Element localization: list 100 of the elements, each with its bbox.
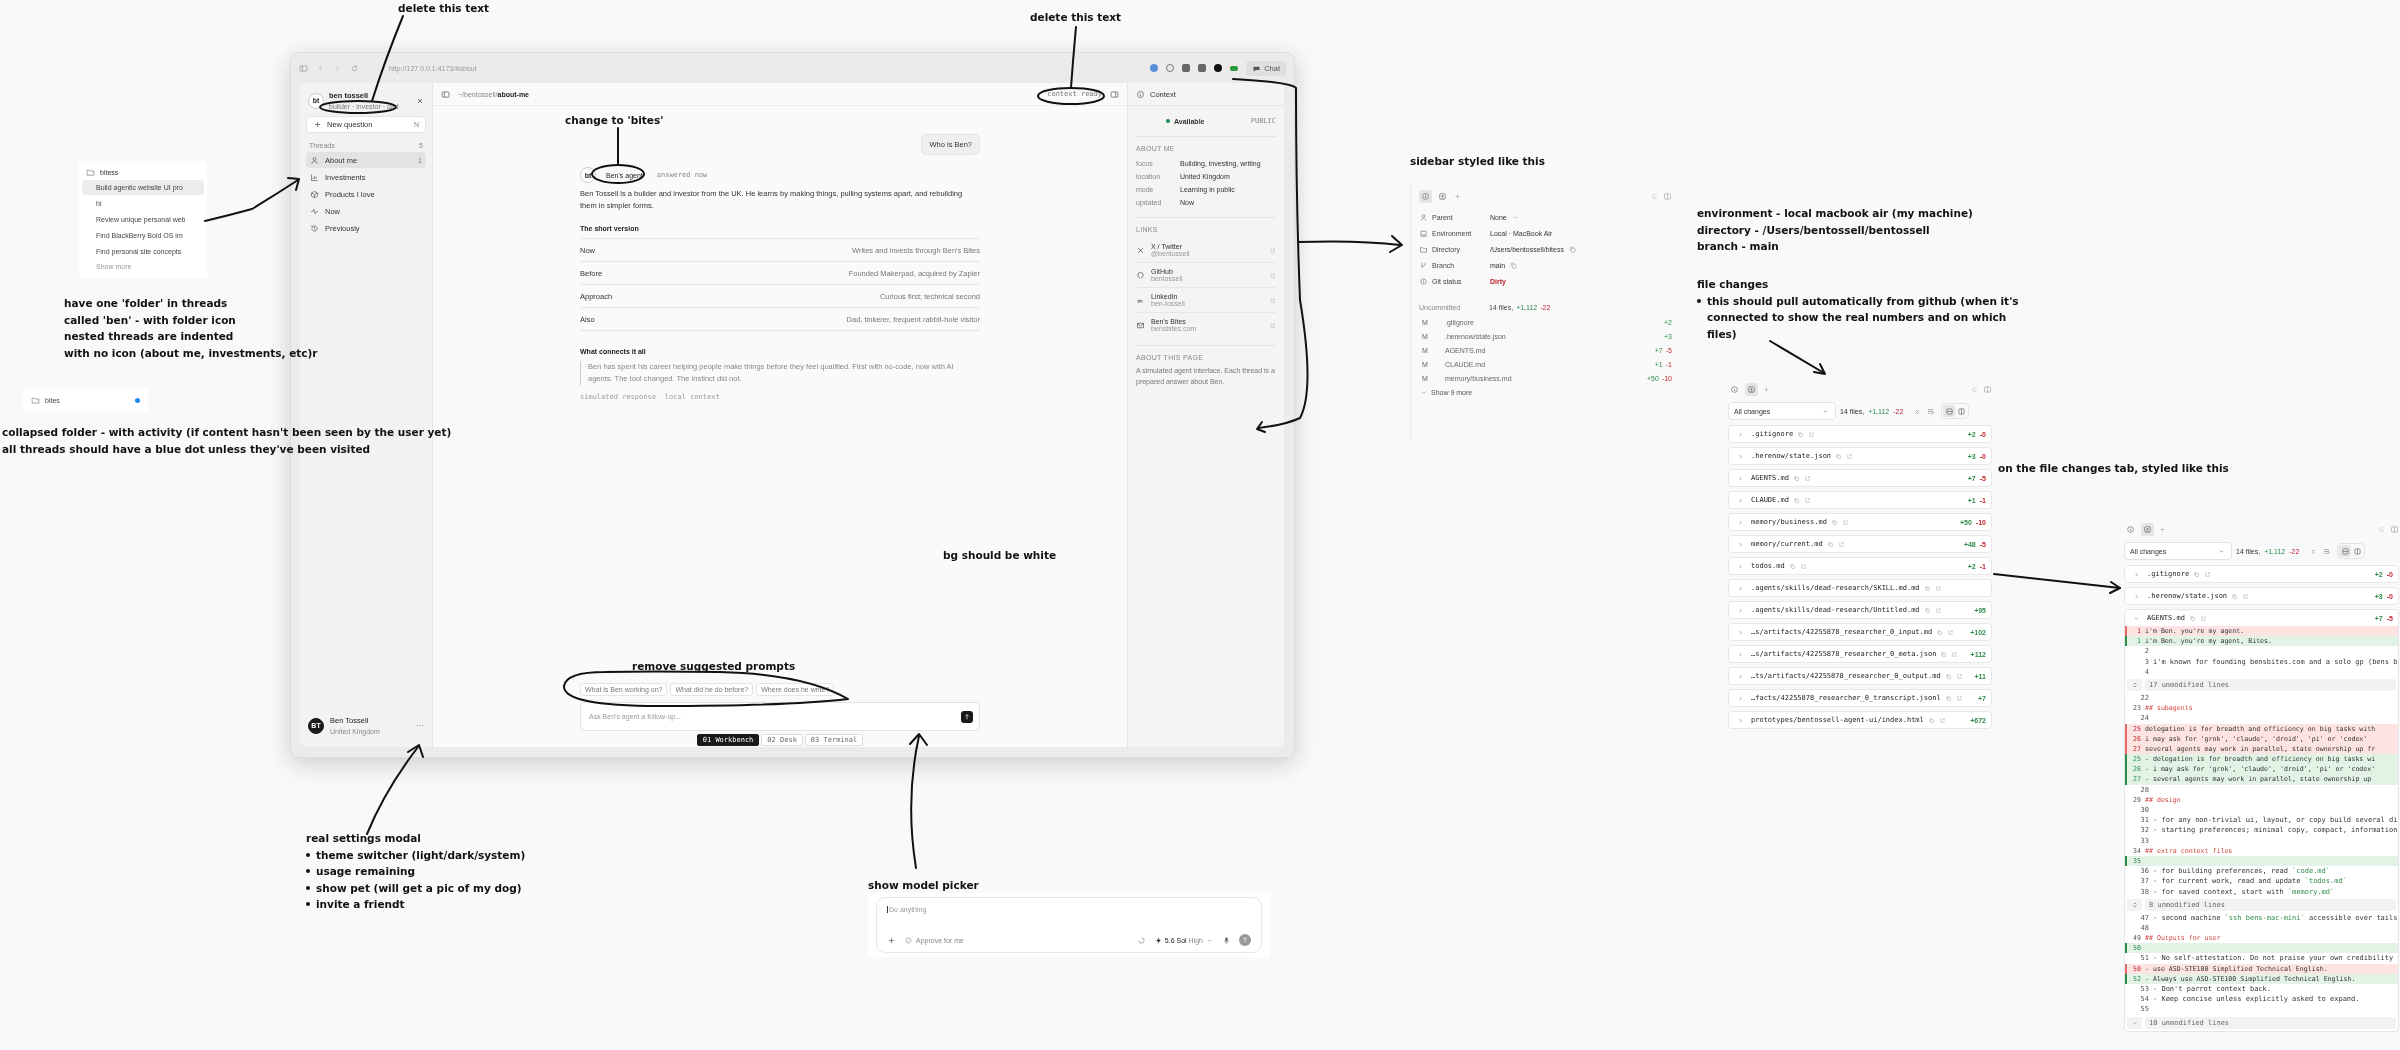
panel-toggle-icon[interactable] [1663, 191, 1672, 201]
panel-toggle-icon[interactable] [1983, 384, 1992, 394]
add-icon[interactable] [1762, 384, 1771, 394]
copy-icon[interactable] [1826, 540, 1834, 548]
annotation-text: on the file changes tab, styled like this [1998, 462, 2229, 474]
expand-lines-button[interactable] [2127, 678, 2142, 691]
annotation-text: invite a friendt [316, 897, 405, 912]
external-link-icon[interactable] [1803, 496, 1811, 504]
diff-icon [2143, 524, 2152, 534]
external-link-icon[interactable] [1947, 628, 1955, 636]
folder-icon [86, 167, 95, 177]
back-icon[interactable] [316, 63, 325, 73]
add-icon[interactable] [887, 935, 896, 945]
copy-icon[interactable] [1830, 518, 1838, 526]
external-link-icon[interactable] [1938, 716, 1946, 724]
copy-icon[interactable] [2193, 570, 2201, 578]
copy-icon[interactable] [1944, 694, 1952, 702]
annotation-text: branch - main [1697, 240, 1779, 252]
copy-icon[interactable] [1940, 650, 1948, 658]
copy-icon[interactable] [1509, 260, 1519, 270]
annotation-text: environment - local macbook air (my machine) [1697, 207, 1973, 219]
annotation-text: show model picker [868, 879, 979, 891]
copy-icon[interactable] [1792, 474, 1800, 482]
copy-icon[interactable] [1936, 628, 1944, 636]
panel-tab[interactable] [1419, 189, 1432, 203]
bullet-icon [306, 885, 310, 890]
expand-lines-button[interactable] [2127, 1016, 2142, 1029]
diff-icon [1747, 384, 1756, 394]
external-link-icon[interactable] [1808, 430, 1816, 438]
external-link-icon[interactable] [1934, 584, 1942, 592]
wrap-lines-icon[interactable] [1926, 406, 1936, 416]
folder-icon [31, 395, 40, 405]
external-link-icon[interactable] [1951, 650, 1959, 658]
copy-icon[interactable] [1923, 606, 1931, 614]
copy-icon[interactable] [1788, 562, 1796, 570]
unified-view-toggle[interactable] [2339, 545, 2352, 557]
microphone-icon[interactable] [1222, 935, 1231, 945]
copy-icon[interactable] [1923, 584, 1931, 592]
panel-toggle-icon[interactable] [2390, 524, 2399, 534]
external-link-icon[interactable] [1803, 474, 1811, 482]
refresh-icon[interactable] [1970, 384, 1979, 394]
external-link-icon[interactable] [1269, 296, 1276, 304]
expand-lines-button[interactable] [2127, 898, 2142, 911]
copy-icon[interactable] [1927, 716, 1935, 724]
annotation-text: file changes [1697, 278, 1769, 290]
external-link-icon[interactable] [2204, 570, 2212, 578]
layout-icon [1944, 406, 1954, 416]
x-mark-icon [1136, 245, 1145, 255]
copy-icon[interactable] [1567, 244, 1577, 254]
external-link-icon[interactable] [1269, 271, 1276, 279]
send-button[interactable] [961, 710, 973, 723]
annotation-text: theme switcher (light/dark/system) [316, 847, 526, 863]
refresh-icon[interactable] [2377, 524, 2386, 534]
sidebar-toggle-icon[interactable] [441, 89, 450, 99]
split-view-toggle[interactable] [2351, 545, 2364, 557]
info-icon [1730, 384, 1739, 394]
external-link-icon[interactable] [1799, 562, 1807, 570]
plus-icon [313, 120, 322, 129]
external-link-icon[interactable] [1837, 540, 1845, 548]
annotation-text: show pet (will get a pic of my dog) [316, 880, 522, 896]
annotation-text: usage remaining [316, 864, 416, 879]
external-link-icon[interactable] [1841, 518, 1849, 526]
annotation-text: remove suggested prompts [632, 660, 796, 672]
person-icon [1419, 212, 1428, 222]
external-link-icon[interactable] [2199, 614, 2207, 622]
refresh-icon[interactable] [1650, 191, 1659, 201]
check-circle-icon [904, 935, 913, 945]
add-icon[interactable] [2158, 524, 2167, 534]
wrap-lines-icon[interactable] [2322, 546, 2332, 556]
close-icon[interactable] [416, 96, 424, 105]
copy-icon[interactable] [1944, 672, 1952, 680]
sidebar-toggle-icon[interactable] [299, 63, 308, 73]
reload-icon[interactable] [350, 63, 359, 73]
add-icon[interactable] [1453, 191, 1462, 201]
split-view-toggle[interactable] [1955, 405, 1968, 417]
external-link-icon[interactable] [1269, 246, 1276, 254]
copy-icon[interactable] [1835, 452, 1843, 460]
info-icon [1136, 89, 1145, 99]
forward-icon[interactable] [333, 63, 342, 73]
panel-tab[interactable] [1745, 382, 1758, 396]
copy-icon[interactable] [2188, 614, 2196, 622]
external-link-icon[interactable] [1269, 321, 1276, 329]
annotation-text: delete this text [398, 2, 490, 14]
layout-icon [2352, 546, 2362, 556]
external-link-icon[interactable] [1955, 694, 1963, 702]
person-icon [310, 155, 319, 165]
loading-icon [1136, 935, 1146, 945]
external-link-icon[interactable] [1846, 452, 1854, 460]
annotation-text: all threads should have a blue dot unless they've been visited [2, 442, 371, 455]
external-link-icon[interactable] [2242, 592, 2250, 600]
copy-icon[interactable] [1797, 430, 1805, 438]
bullet-icon [306, 869, 310, 873]
panel-toggle-icon[interactable] [1110, 89, 1119, 99]
external-link-icon[interactable] [1934, 606, 1942, 614]
copy-icon[interactable] [1792, 496, 1800, 504]
arrow [1769, 340, 1826, 375]
external-link-icon[interactable] [1955, 672, 1963, 680]
unified-view-toggle[interactable] [1943, 405, 1956, 417]
copy-icon[interactable] [2231, 592, 2239, 600]
panel-tab[interactable] [2141, 522, 2154, 536]
